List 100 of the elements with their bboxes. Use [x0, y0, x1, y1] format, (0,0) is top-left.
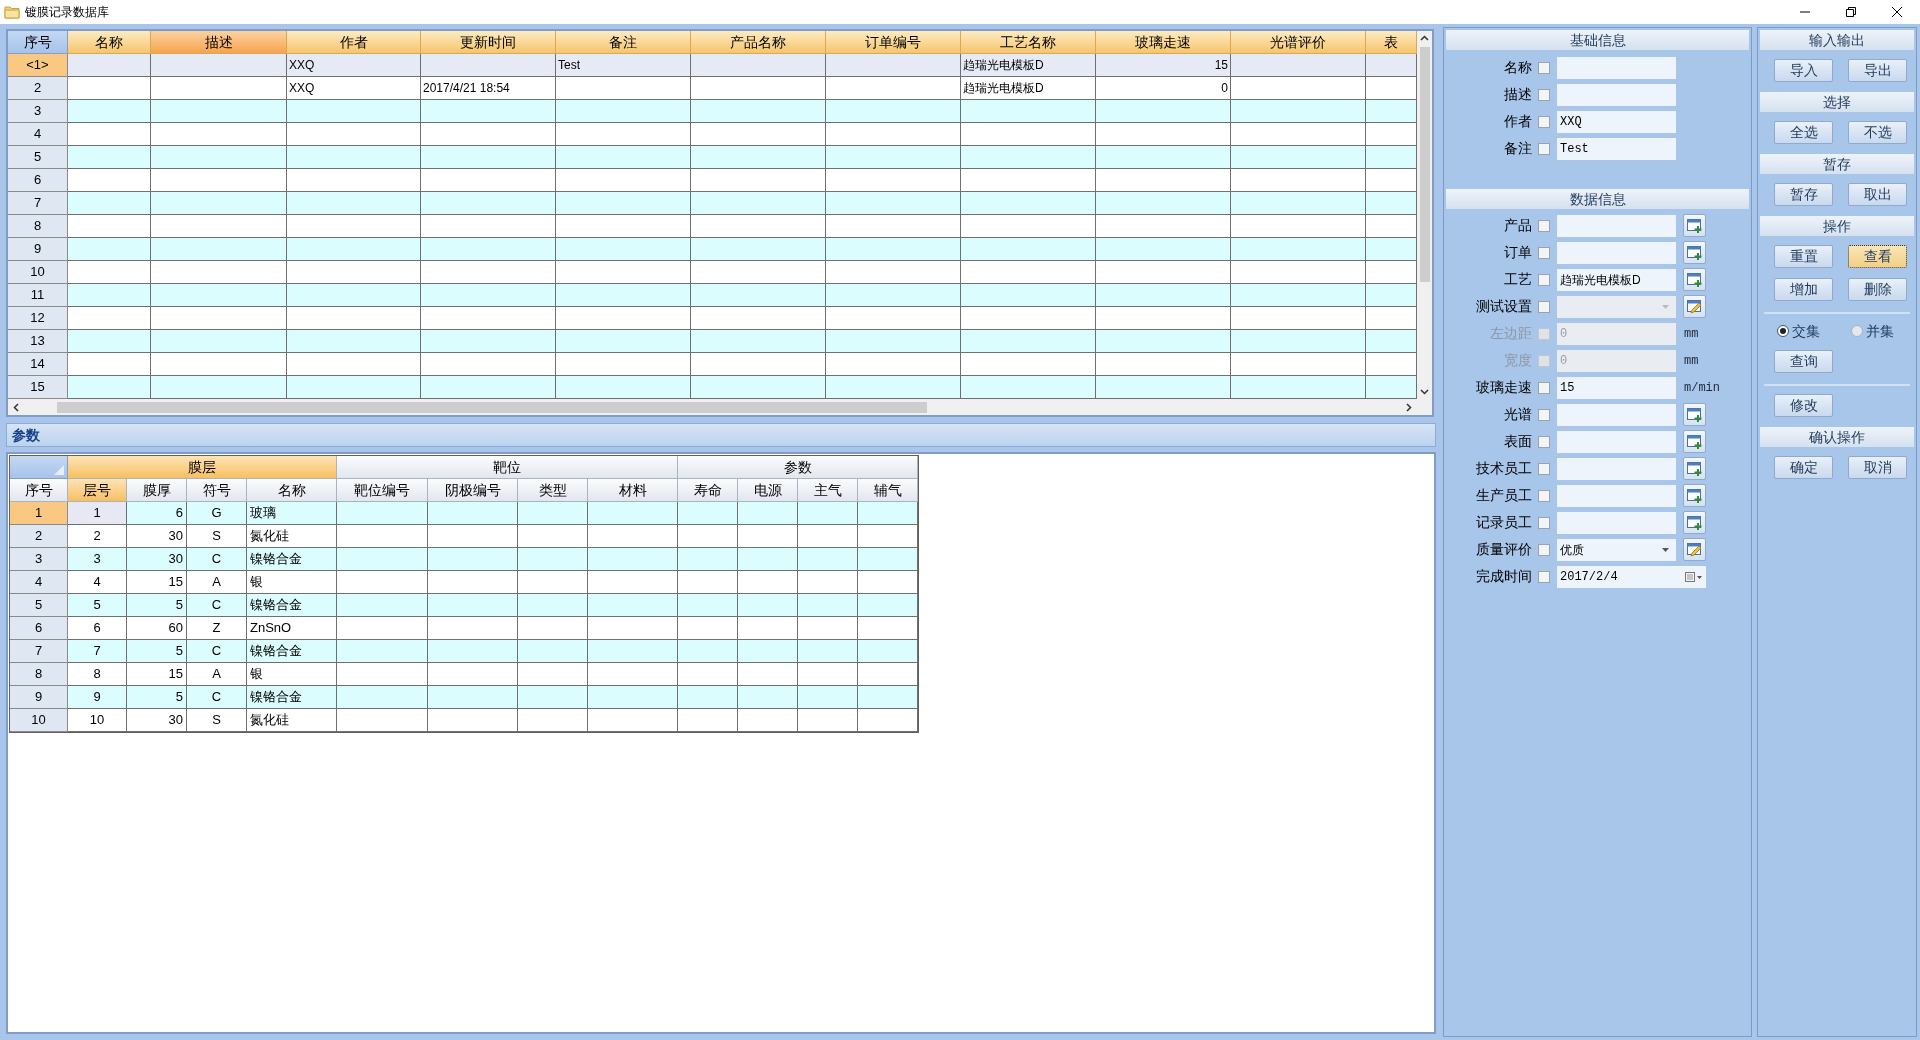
picker-button[interactable]: [1683, 430, 1706, 453]
date-field[interactable]: 2017/2/4: [1557, 565, 1706, 588]
input-field[interactable]: Test: [1557, 137, 1676, 160]
picker-button[interactable]: [1683, 214, 1706, 237]
column-header[interactable]: 描述: [151, 31, 287, 54]
calendar-dropdown-icon[interactable]: [1685, 571, 1703, 582]
group-header[interactable]: 膜层: [68, 456, 337, 479]
corner-triangle-icon[interactable]: [54, 465, 64, 475]
checkbox[interactable]: [1538, 142, 1550, 155]
chevron-right-icon[interactable]: [1406, 402, 1412, 412]
column-header[interactable]: 辅气: [858, 479, 918, 502]
scrollbar-thumb[interactable]: [1419, 47, 1430, 282]
row-header[interactable]: 2: [8, 77, 68, 100]
row-header[interactable]: 7: [8, 192, 68, 215]
column-header[interactable]: 序号: [10, 479, 68, 502]
picker-button[interactable]: [1683, 457, 1706, 480]
checkbox[interactable]: [1538, 570, 1550, 583]
input-field[interactable]: [1557, 83, 1676, 106]
chevron-down-icon[interactable]: [1420, 389, 1429, 395]
radio-button[interactable]: 并集: [1848, 322, 1907, 340]
action-button[interactable]: 取消: [1848, 456, 1907, 479]
column-header[interactable]: 靶位编号: [337, 479, 428, 502]
column-header[interactable]: 层号: [68, 479, 127, 502]
row-header[interactable]: 13: [8, 330, 68, 353]
input-field[interactable]: XXQ: [1557, 110, 1676, 133]
input-field[interactable]: [1557, 241, 1676, 264]
action-button[interactable]: 暂存: [1774, 183, 1833, 206]
row-header[interactable]: <1>: [8, 54, 68, 77]
input-field[interactable]: [1557, 484, 1676, 507]
row-header[interactable]: 3: [8, 100, 68, 123]
action-button[interactable]: 确定: [1774, 456, 1833, 479]
row-header[interactable]: 8: [10, 663, 68, 686]
checkbox[interactable]: [1538, 246, 1550, 259]
action-button[interactable]: 修改: [1774, 394, 1833, 417]
row-header[interactable]: 5: [10, 594, 68, 617]
column-header[interactable]: 工艺名称: [961, 31, 1096, 54]
checkbox[interactable]: [1538, 516, 1550, 529]
column-header[interactable]: 类型: [518, 479, 588, 502]
row-header[interactable]: 15: [8, 376, 68, 399]
input-field[interactable]: [1557, 511, 1676, 534]
picker-button[interactable]: [1683, 241, 1706, 264]
input-field[interactable]: [1557, 457, 1676, 480]
picker-button[interactable]: [1683, 268, 1706, 291]
action-button[interactable]: 删除: [1848, 278, 1907, 301]
column-header[interactable]: 表: [1366, 31, 1417, 54]
dropdown-arrow-icon[interactable]: [1662, 547, 1669, 552]
picker-button[interactable]: [1683, 511, 1706, 534]
checkbox[interactable]: [1538, 489, 1550, 502]
row-header[interactable]: 4: [10, 571, 68, 594]
row-header[interactable]: 8: [8, 215, 68, 238]
column-header[interactable]: 作者: [287, 31, 421, 54]
picker-button[interactable]: [1683, 403, 1706, 426]
column-header[interactable]: 玻璃走速: [1096, 31, 1231, 54]
picker-button[interactable]: [1683, 484, 1706, 507]
chevron-left-icon[interactable]: [13, 402, 19, 412]
column-header[interactable]: 产品名称: [691, 31, 826, 54]
column-header[interactable]: 材料: [588, 479, 678, 502]
row-header[interactable]: 10: [8, 261, 68, 284]
action-button[interactable]: 全选: [1774, 121, 1833, 144]
checkbox[interactable]: [1538, 300, 1550, 313]
scrollbar-thumb[interactable]: [57, 401, 927, 413]
row-header[interactable]: 6: [10, 617, 68, 640]
action-button[interactable]: 查询: [1774, 350, 1833, 373]
group-header[interactable]: 参数: [678, 456, 918, 479]
action-button[interactable]: 导入: [1774, 59, 1833, 82]
column-header[interactable]: 更新时间: [421, 31, 556, 54]
action-button[interactable]: 查看: [1848, 245, 1907, 268]
dropdown-field[interactable]: 优质: [1557, 538, 1676, 561]
column-header[interactable]: 订单编号: [826, 31, 961, 54]
input-field[interactable]: [1557, 430, 1676, 453]
column-header[interactable]: 寿命: [678, 479, 738, 502]
row-header[interactable]: 9: [8, 238, 68, 261]
row-header[interactable]: 3: [10, 548, 68, 571]
input-field[interactable]: [1557, 56, 1676, 79]
column-header[interactable]: 序号: [8, 31, 68, 54]
checkbox[interactable]: [1538, 381, 1550, 394]
checkbox[interactable]: [1538, 61, 1550, 74]
column-header[interactable]: 备注: [556, 31, 691, 54]
action-button[interactable]: 导出: [1848, 59, 1907, 82]
picker-button[interactable]: [1683, 538, 1706, 561]
radio-button[interactable]: 交集: [1774, 322, 1833, 340]
checkbox[interactable]: [1538, 408, 1550, 421]
column-header[interactable]: 主气: [798, 479, 858, 502]
column-header[interactable]: 名称: [68, 31, 151, 54]
column-header[interactable]: 电源: [738, 479, 798, 502]
row-header[interactable]: 10: [10, 709, 68, 732]
row-header[interactable]: 4: [8, 123, 68, 146]
action-button[interactable]: 取出: [1848, 183, 1907, 206]
checkbox[interactable]: [1538, 88, 1550, 101]
input-field[interactable]: 15: [1557, 376, 1676, 399]
picker-button[interactable]: [1683, 295, 1706, 318]
group-header[interactable]: 靶位: [337, 456, 678, 479]
checkbox[interactable]: [1538, 462, 1550, 475]
row-header[interactable]: 6: [8, 169, 68, 192]
input-field[interactable]: 趋瑞光电模板D: [1557, 268, 1676, 291]
row-header[interactable]: 5: [8, 146, 68, 169]
column-header[interactable]: 阴极编号: [428, 479, 518, 502]
row-header[interactable]: 14: [8, 353, 68, 376]
checkbox[interactable]: [1538, 543, 1550, 556]
chevron-up-icon[interactable]: [1420, 35, 1429, 41]
